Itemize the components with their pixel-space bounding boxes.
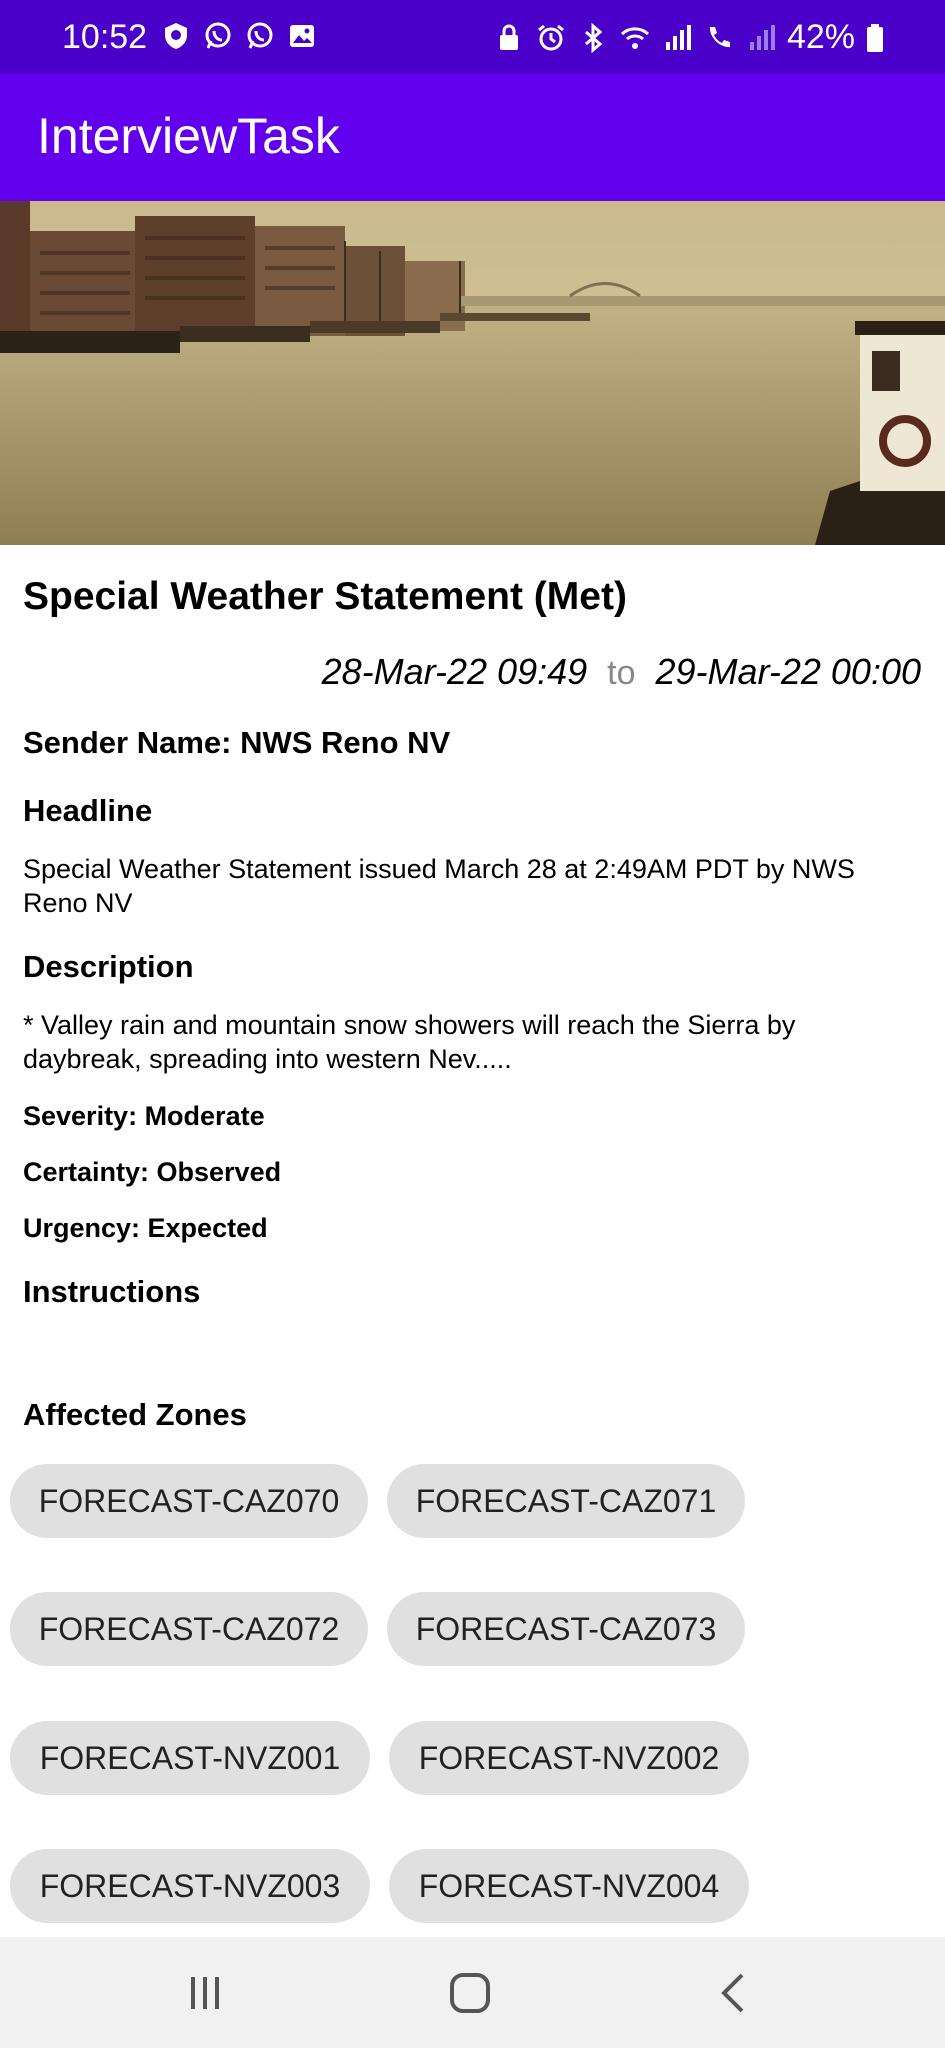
zone-chip[interactable]: FORECAST-NVZ003 xyxy=(10,1849,370,1923)
system-icons: 42% xyxy=(493,18,885,57)
notification-icons xyxy=(160,20,318,52)
app-bar: InterviewTask xyxy=(0,73,945,201)
instructions-label: Instructions xyxy=(23,1274,201,1309)
wifi-icon xyxy=(620,26,649,49)
zone-chip[interactable]: FORECAST-CAZ073 xyxy=(387,1592,745,1666)
back-button[interactable] xyxy=(674,1937,794,2048)
urgency-label: Urgency: Expected xyxy=(23,1213,268,1243)
signal-icon xyxy=(749,24,775,50)
alarm-icon xyxy=(538,24,564,50)
signal-icon xyxy=(665,24,691,50)
whatsapp-icon xyxy=(205,22,231,49)
navigation-bar xyxy=(0,1937,945,2048)
bluetooth-icon xyxy=(584,22,603,53)
zone-chip[interactable]: FORECAST-CAZ072 xyxy=(10,1592,368,1666)
battery-percent: 42% xyxy=(786,18,855,56)
harbor-photo xyxy=(0,201,945,545)
shield-icon xyxy=(165,23,187,49)
headline-label: Headline xyxy=(23,793,153,828)
whatsapp-icon xyxy=(247,22,273,49)
recent-apps-button[interactable] xyxy=(145,1937,265,2048)
status-time: 10:52 xyxy=(62,18,148,56)
call-icon xyxy=(709,26,730,47)
image-icon xyxy=(290,25,314,47)
date-range: 28-Mar-22 09:49 to 29-Mar-22 00:00 xyxy=(322,651,921,693)
start-date: 28-Mar-22 09:49 xyxy=(321,651,588,692)
zone-chip[interactable]: FORECAST-CAZ071 xyxy=(387,1464,745,1538)
description-text: * Valley rain and mountain snow showers … xyxy=(23,1010,796,1074)
severity-label: Severity: Moderate xyxy=(23,1101,265,1131)
battery-icon xyxy=(867,23,883,52)
back-icon xyxy=(721,1973,744,2012)
home-button[interactable] xyxy=(410,1937,530,2048)
lock-icon xyxy=(499,24,518,50)
headline-text: Special Weather Statement issued March 2… xyxy=(23,854,855,918)
zone-chip[interactable]: FORECAST-NVZ004 xyxy=(389,1849,749,1923)
to-label: to xyxy=(607,654,636,692)
header-image xyxy=(0,201,945,545)
home-icon xyxy=(450,1972,490,2013)
sender-name: Sender Name: NWS Reno NV xyxy=(23,725,451,760)
end-date: 29-Mar-22 00:00 xyxy=(655,651,922,692)
app-title: InterviewTask xyxy=(37,108,340,164)
certainty-label: Certainty: Observed xyxy=(23,1157,282,1187)
zone-chip[interactable]: FORECAST-CAZ070 xyxy=(10,1464,368,1538)
alert-title: Special Weather Statement (Met) xyxy=(23,575,627,618)
zone-chip[interactable]: FORECAST-NVZ001 xyxy=(10,1721,370,1795)
zone-chip[interactable]: FORECAST-NVZ002 xyxy=(389,1721,749,1795)
description-label: Description xyxy=(23,949,194,984)
affected-zones-label: Affected Zones xyxy=(23,1397,247,1432)
status-bar: 10:52 42% xyxy=(0,0,945,73)
recent-apps-icon xyxy=(191,1976,219,2009)
